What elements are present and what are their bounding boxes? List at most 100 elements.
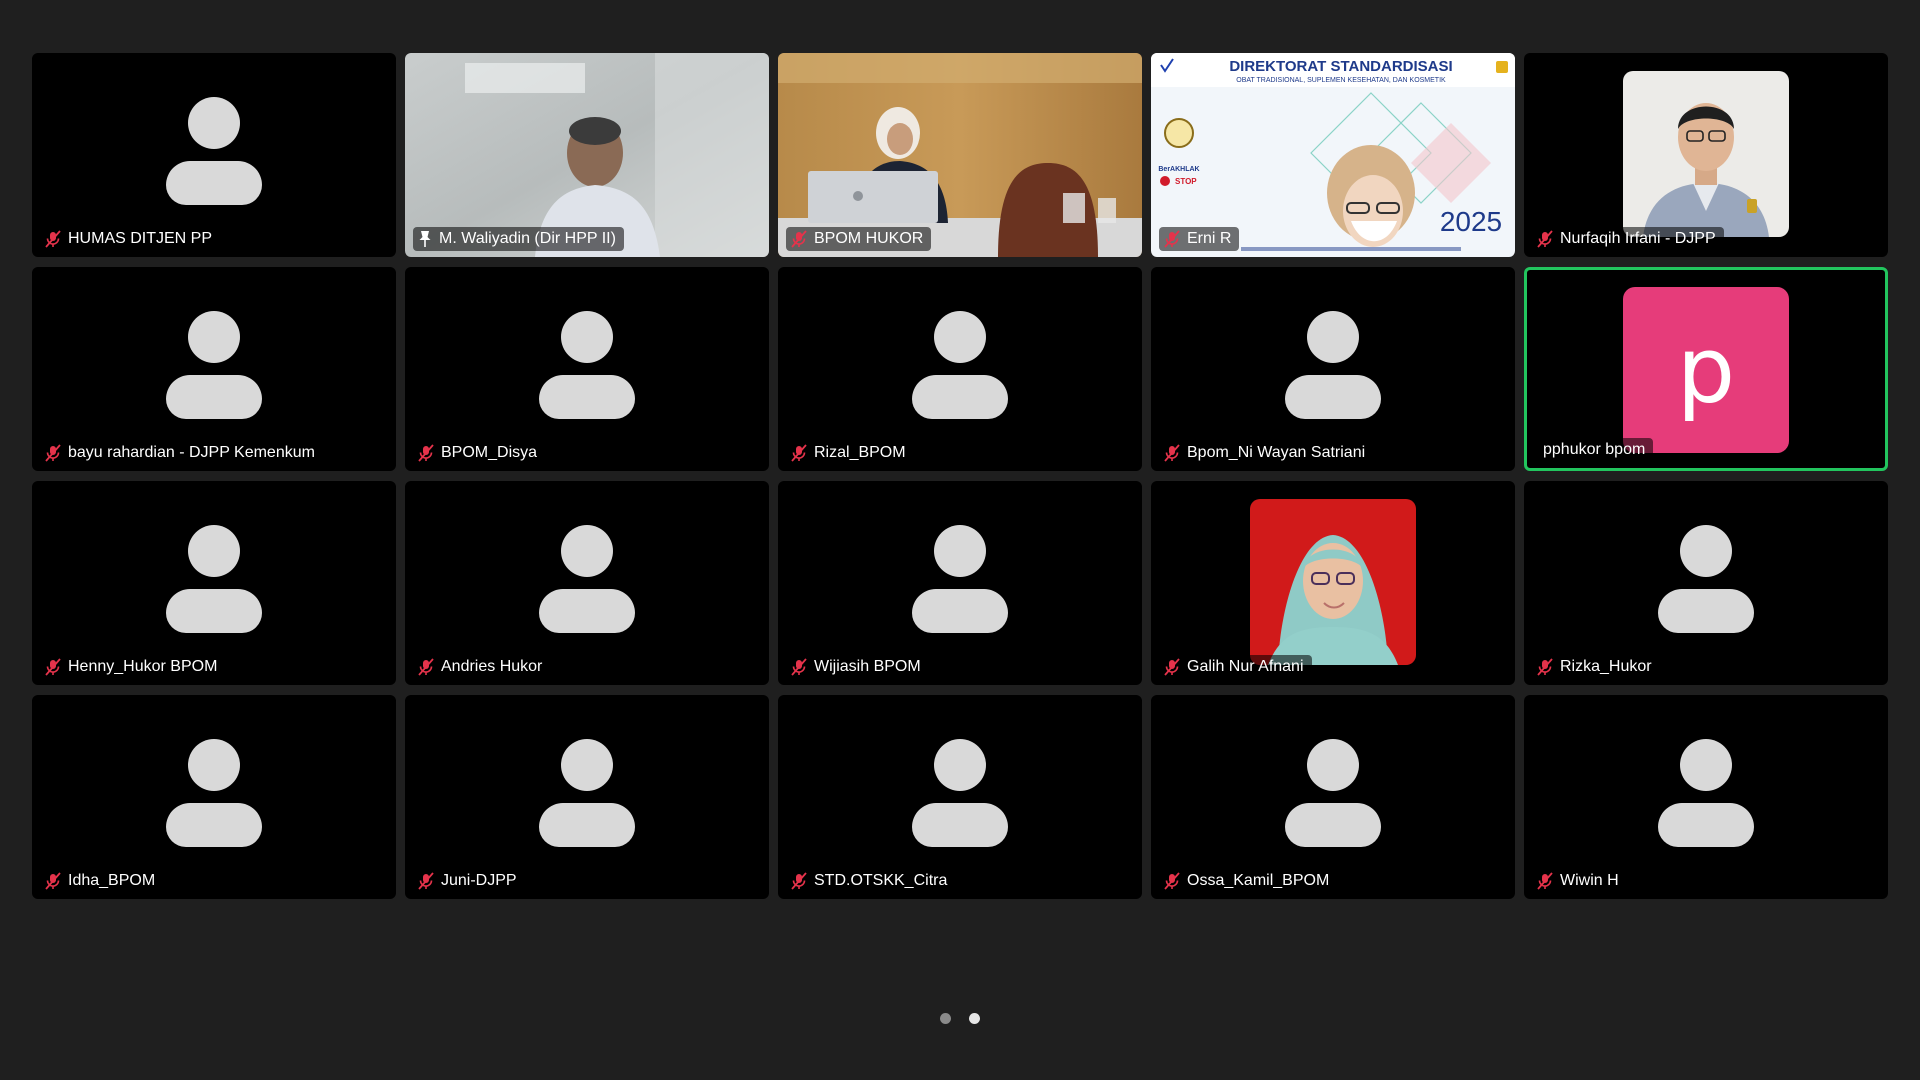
mic-muted-icon [1164, 444, 1180, 462]
participant-name: Bpom_Ni Wayan Satriani [1187, 444, 1366, 461]
default-avatar-icon [164, 311, 264, 425]
participant-name-tag: STD.OTSKK_Citra [786, 869, 956, 893]
participant-name: Nurfaqih Irfani - DJPP [1560, 230, 1716, 247]
participant-name: Rizka_Hukor [1560, 658, 1652, 675]
participant-name-tag: pphukor bpom [1535, 438, 1654, 462]
participant-name: Andries Hukor [441, 658, 543, 675]
participant-name: Galih Nur Afnani [1187, 658, 1304, 675]
participant-tile[interactable]: Nurfaqih Irfani - DJPP [1524, 53, 1888, 257]
default-avatar-icon [164, 97, 264, 211]
participant-name: M. Waliyadin (Dir HPP II) [439, 230, 616, 247]
participant-tile[interactable]: BPOM HUKOR [778, 53, 1142, 257]
mic-muted-icon [791, 658, 807, 676]
default-avatar-icon [537, 525, 637, 639]
default-avatar-icon [1283, 739, 1383, 853]
participant-name-tag: Idha_BPOM [40, 869, 164, 893]
participant-tile-active-speaker[interactable]: p pphukor bpom [1524, 267, 1888, 471]
participant-name: STD.OTSKK_Citra [814, 872, 948, 889]
participant-name: Wiwin H [1560, 872, 1619, 889]
participant-name-tag: Wiwin H [1532, 869, 1627, 893]
mic-muted-icon [1164, 230, 1180, 248]
participant-name-tag: Ossa_Kamil_BPOM [1159, 869, 1338, 893]
default-avatar-icon [910, 311, 1010, 425]
slide-title: DIREKTORAT STANDARDISASI [1229, 58, 1452, 75]
mic-muted-icon [45, 230, 61, 248]
participant-name: Juni-DJPP [441, 872, 517, 889]
mic-muted-icon [418, 658, 434, 676]
participant-name-tag: Juni-DJPP [413, 869, 525, 893]
participant-tile[interactable]: HUMAS DITJEN PP [32, 53, 396, 257]
participant-name-tag: Rizka_Hukor [1532, 655, 1660, 679]
slide-badge: BerAKHLAK [1158, 166, 1199, 173]
mic-muted-icon [1164, 658, 1180, 676]
participant-name-tag: Erni R [1159, 227, 1240, 251]
participant-name: BPOM HUKOR [814, 230, 924, 247]
participant-name: BPOM_Disya [441, 444, 538, 461]
participant-tile[interactable]: Wijiasih BPOM [778, 481, 1142, 685]
participant-tile[interactable]: STD.OTSKK_Citra [778, 695, 1142, 899]
participant-name: pphukor bpom [1543, 441, 1646, 458]
slide-year: 2025 [1440, 206, 1502, 237]
participant-name: Wijiasih BPOM [814, 658, 921, 675]
default-avatar-icon [1656, 525, 1756, 639]
participant-name-tag: Henny_Hukor BPOM [40, 655, 226, 679]
participant-tile[interactable]: M. Waliyadin (Dir HPP II) [405, 53, 769, 257]
page-dot-2-current[interactable] [969, 1013, 980, 1024]
participant-tile[interactable]: Andries Hukor [405, 481, 769, 685]
mic-muted-icon [791, 444, 807, 462]
mic-muted-icon [1164, 872, 1180, 890]
participant-name-tag: Rizal_BPOM [786, 441, 914, 465]
default-avatar-icon [164, 525, 264, 639]
mic-muted-icon [45, 872, 61, 890]
page-indicator [0, 1013, 1920, 1024]
page-dot-1[interactable] [940, 1013, 951, 1024]
participant-name-tag: Galih Nur Afnani [1159, 655, 1312, 679]
participant-name: Rizal_BPOM [814, 444, 906, 461]
default-avatar-icon [1656, 739, 1756, 853]
letter-avatar: p [1623, 287, 1789, 453]
default-avatar-icon [164, 739, 264, 853]
participant-tile[interactable]: DIREKTORAT STANDARDISASI OBAT TRADISIONA… [1151, 53, 1515, 257]
participant-tile[interactable]: Idha_BPOM [32, 695, 396, 899]
meeting-window: HUMAS DITJEN PP M. Waliyadin (Dir HPP II… [0, 0, 1920, 1080]
participant-name: Ossa_Kamil_BPOM [1187, 872, 1330, 889]
mic-muted-icon [45, 444, 61, 462]
participant-name-tag: M. Waliyadin (Dir HPP II) [413, 227, 624, 251]
default-avatar-icon [1283, 311, 1383, 425]
default-avatar-icon [537, 311, 637, 425]
mic-muted-icon [1537, 658, 1553, 676]
participant-grid: HUMAS DITJEN PP M. Waliyadin (Dir HPP II… [32, 53, 1888, 899]
participant-name: Idha_BPOM [68, 872, 156, 889]
mic-muted-icon [45, 658, 61, 676]
participant-tile[interactable]: Bpom_Ni Wayan Satriani [1151, 267, 1515, 471]
participant-tile[interactable]: BPOM_Disya [405, 267, 769, 471]
participant-tile[interactable]: Rizal_BPOM [778, 267, 1142, 471]
mic-muted-icon [791, 872, 807, 890]
participant-name: bayu rahardian - DJPP Kemenkum [68, 444, 315, 461]
participant-name-tag: Wijiasih BPOM [786, 655, 929, 679]
participant-name-tag: Nurfaqih Irfani - DJPP [1532, 227, 1724, 251]
participant-name-tag: BPOM HUKOR [786, 227, 932, 251]
participant-name: Erni R [1187, 230, 1232, 247]
default-avatar-icon [910, 739, 1010, 853]
default-avatar-icon [910, 525, 1010, 639]
participant-tile[interactable]: Ossa_Kamil_BPOM [1151, 695, 1515, 899]
participant-name-tag: BPOM_Disya [413, 441, 546, 465]
slide-subtitle: OBAT TRADISIONAL, SUPLEMEN KESEHATAN, DA… [1236, 77, 1446, 84]
participant-tile[interactable]: Juni-DJPP [405, 695, 769, 899]
participant-name-tag: Bpom_Ni Wayan Satriani [1159, 441, 1374, 465]
participant-tile[interactable]: Rizka_Hukor [1524, 481, 1888, 685]
participant-tile[interactable]: Wiwin H [1524, 695, 1888, 899]
participant-tile[interactable]: Henny_Hukor BPOM [32, 481, 396, 685]
participant-tile[interactable]: Galih Nur Afnani [1151, 481, 1515, 685]
participant-tile[interactable]: bayu rahardian - DJPP Kemenkum [32, 267, 396, 471]
participant-name: HUMAS DITJEN PP [68, 230, 213, 247]
profile-photo [1250, 499, 1416, 665]
mic-muted-icon [791, 230, 807, 248]
pin-icon [419, 231, 431, 247]
participant-name-tag: Andries Hukor [413, 655, 551, 679]
default-avatar-icon [537, 739, 637, 853]
mic-muted-icon [418, 444, 434, 462]
mic-muted-icon [1537, 872, 1553, 890]
profile-photo [1623, 71, 1789, 237]
